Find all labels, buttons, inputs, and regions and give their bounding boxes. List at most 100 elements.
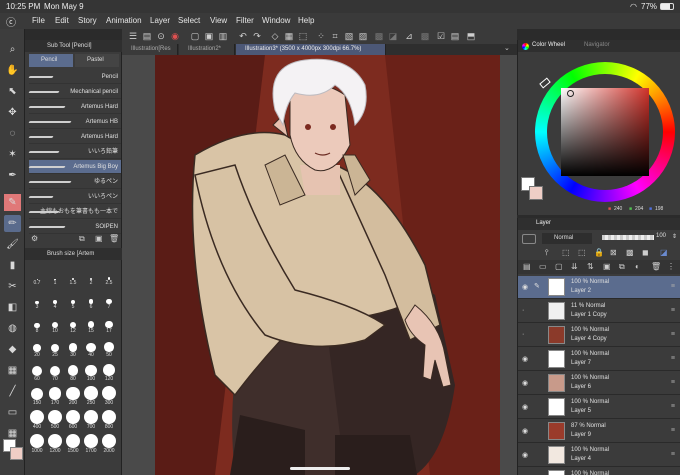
brush-size-option[interactable]: 100 [83,362,99,382]
brush-size-option[interactable]: 700 [83,410,99,430]
brush-size-option[interactable]: 70 [47,362,63,382]
drag-handle-icon[interactable]: ≡ [671,403,675,410]
subtool-tab-pastel[interactable]: Pastel [75,54,119,67]
eye-icon[interactable]: ◉ [522,403,528,411]
brush-size-option[interactable]: 2 [83,266,99,286]
settings-icon[interactable]: ⚙ [31,234,38,243]
brush-size-option[interactable]: 120 [101,362,117,382]
brush-size-option[interactable]: 1 [47,266,63,286]
lock-icon[interactable]: 🔒 [594,248,604,257]
layer-row[interactable]: ◉ 87 % Normal Layer 9 ≡ [518,420,680,443]
add-subtool-icon[interactable]: ▣ [95,234,103,243]
mask-icon[interactable]: ▩ [626,248,634,257]
brush-size-option[interactable]: 80 [65,362,81,382]
airbrush-icon[interactable]: ▮ [4,257,21,274]
menu-icon[interactable]: ☰ [128,31,138,41]
layer-row[interactable]: ◉ ✎ 100 % Normal Layer 2 ≡ [518,276,680,299]
brush-size-option[interactable]: 150 [29,386,45,406]
brush-size-option[interactable]: 500 [47,410,63,430]
drag-handle-icon[interactable]: ≡ [671,331,675,338]
ruler-icon[interactable]: ⊿ [404,31,414,41]
brush-size-option[interactable]: 1200 [47,434,63,454]
lock-transparent-icon[interactable]: ⊠ [610,248,617,257]
layer-row[interactable]: ◉ 100 % Normal Layer 7 ≡ [518,348,680,371]
copy-subtool-icon[interactable]: ⧉ [79,234,85,244]
brush-size-option[interactable]: 1000 [29,434,45,454]
undo-icon[interactable]: ↶ [238,31,248,41]
drag-handle-icon[interactable]: ≡ [671,307,675,314]
menu-filter[interactable]: Filter [236,16,254,25]
brush-size-option[interactable]: 17 [101,314,117,334]
merge-icon[interactable]: ⇊ [571,262,578,271]
delete-layer-icon[interactable]: 🗑 [651,262,661,271]
menu-story[interactable]: Story [78,16,97,25]
brush-size-option[interactable]: 15 [83,314,99,334]
brush-size-option[interactable]: 1500 [65,434,81,454]
opacity-stepper-icon[interactable]: ⇕ [672,233,677,240]
move-icon[interactable]: ✥ [4,104,21,121]
brush-size-option[interactable]: 25 [47,338,63,358]
cw-main-color-swatch[interactable] [529,186,543,200]
layer-property-icon[interactable] [522,234,536,244]
fill-bucket-icon[interactable]: ◆ [4,341,21,358]
magic-wand-icon[interactable]: ✶ [4,146,21,163]
brush-size-option[interactable]: 50 [101,338,117,358]
settings-icon[interactable]: ⊙ [156,31,166,41]
eye-icon[interactable]: ◉ [522,355,528,363]
redo-icon[interactable]: ↷ [252,31,262,41]
menu-edit[interactable]: Edit [55,16,69,25]
drag-handle-icon[interactable]: ≡ [671,283,675,290]
brush-size-option[interactable]: 12 [65,314,81,334]
pencil-icon[interactable]: ✏ [4,215,21,232]
zoom-icon[interactable]: ⌕ [4,41,21,58]
layer-row[interactable]: · 100 % Normal Layer 4 Copy ≡ [518,324,680,347]
brush-size-option[interactable]: 400 [29,410,45,430]
app-logo-icon[interactable]: ⓒ [6,14,16,29]
brush-size-option[interactable]: 5 [65,290,81,310]
fill-icon[interactable]: ▦ [284,31,294,41]
transform-icon[interactable]: ⬚ [298,31,308,41]
layer-row[interactable]: ◉100 % NormalLayer 3≡ [518,468,680,475]
open-file-icon[interactable]: ▣ [204,31,214,41]
brush-size-option[interactable]: 200 [65,386,81,406]
drag-handle-icon[interactable]: ≡ [671,451,675,458]
decoration-icon[interactable]: ✂ [4,278,21,295]
eye-icon[interactable]: ◉ [522,427,528,435]
delete-subtool-icon[interactable]: 🗑 [109,234,119,243]
show-selection-icon[interactable]: ▨ [358,31,368,41]
blend-icon[interactable]: ◍ [4,320,21,337]
figure-icon[interactable]: ╱ [4,383,21,400]
brush-size-option[interactable]: 60 [29,362,45,382]
menu-help[interactable]: Help [298,16,314,25]
drag-handle-icon[interactable]: ≡ [671,427,675,434]
invert-selection-icon[interactable]: ▧ [344,31,354,41]
clip-icon[interactable]: ⫯ [545,248,548,258]
saturation-value-square[interactable] [561,88,649,176]
sub-color-swatch[interactable] [10,447,23,460]
blend-mode-select[interactable]: Normal [542,233,592,244]
layer-color-icon[interactable]: ◼ [642,248,649,257]
chevron-down-icon[interactable]: ⌄ [504,44,510,52]
subtool-tab-pencil[interactable]: Pencil [29,54,73,67]
menu-layer[interactable]: Layer [150,16,170,25]
brush-size-option[interactable]: 6 [83,290,99,310]
deselect-icon[interactable]: ⁘ [316,31,326,41]
pen-icon[interactable]: ✎ [4,194,21,211]
layer-color-swatch-icon[interactable]: ◪ [660,248,668,257]
eye-icon[interactable]: ◉ [522,379,528,387]
canvas-tab-1[interactable]: Illustration[Res [122,44,178,55]
drag-handle-icon[interactable]: ≡ [671,355,675,362]
eye-hidden-icon[interactable]: · [522,331,524,338]
brush-size-option[interactable]: 1.5 [65,266,81,286]
brush-size-option[interactable]: 170 [47,386,63,406]
reference-icon[interactable]: ⬚ [562,248,570,257]
layers-icon[interactable]: ▤ [142,31,152,41]
copy-layer-icon[interactable]: ⧉ [619,262,625,272]
tab-color-wheel[interactable]: Color Wheel [532,42,565,48]
menu-select[interactable]: Select [178,16,200,25]
record-icon[interactable]: ◉ [170,31,180,41]
transfer-icon[interactable]: ⇅ [587,262,594,271]
eraser-icon[interactable]: ◧ [4,299,21,316]
color-picker-cursor[interactable] [567,90,574,97]
brush-size-option[interactable]: 4 [47,290,63,310]
